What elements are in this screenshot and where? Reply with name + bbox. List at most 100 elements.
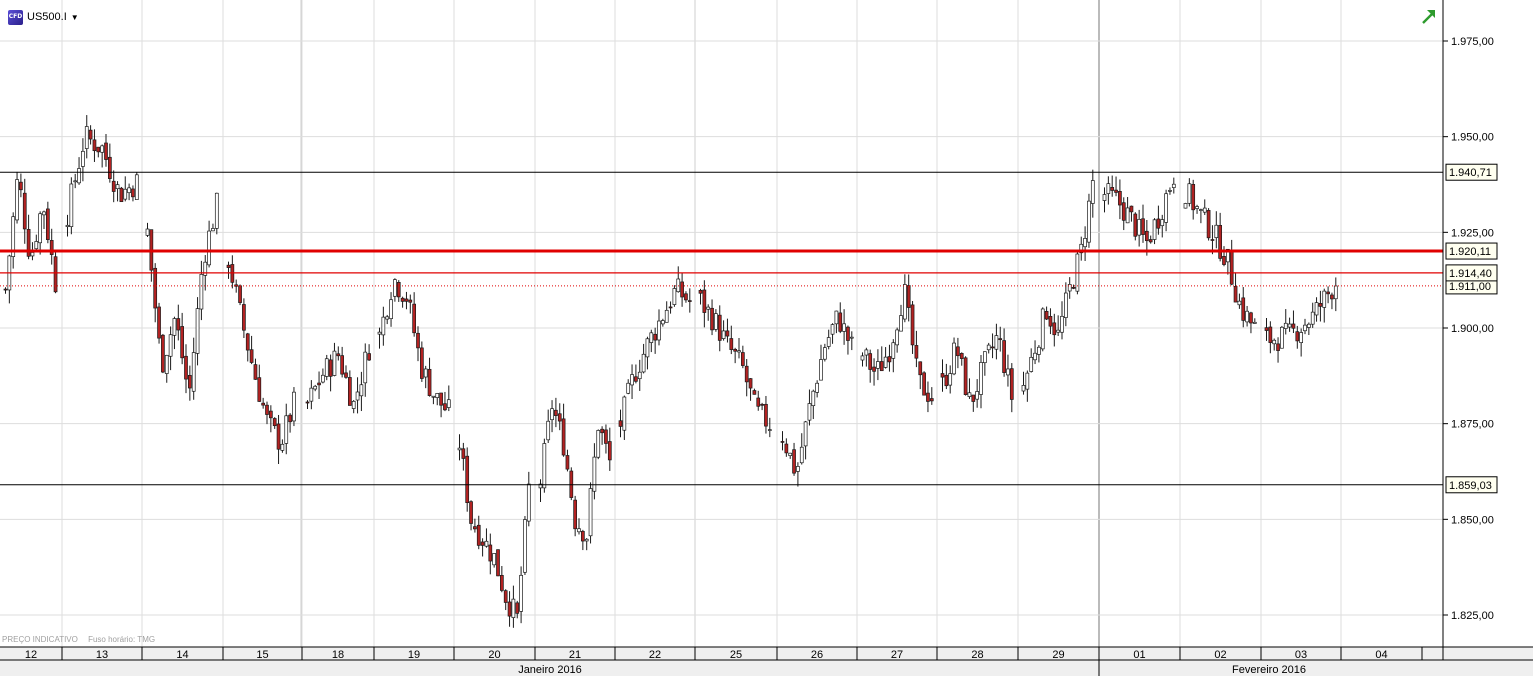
- candle-up: [211, 228, 215, 232]
- candle-down: [1191, 184, 1196, 211]
- candle-up: [849, 336, 854, 339]
- candle-up: [706, 306, 711, 310]
- candle-down: [257, 377, 262, 402]
- candle-down: [476, 524, 481, 546]
- candle-down: [971, 394, 976, 402]
- candle-up: [1310, 311, 1315, 325]
- candle-up: [788, 452, 793, 456]
- candle-up: [822, 347, 827, 360]
- trend-arrow-icon[interactable]: [1421, 9, 1437, 25]
- candle-down: [940, 373, 945, 378]
- price-tag-label: 1.940,71: [1449, 167, 1492, 179]
- candle-down: [317, 382, 321, 386]
- candle-down: [634, 376, 638, 382]
- chevron-down-icon[interactable]: ▼: [71, 13, 79, 22]
- x-tick-label: 19: [408, 649, 420, 661]
- candle-down: [1118, 191, 1122, 206]
- candle-up: [393, 279, 397, 297]
- candle-down: [998, 338, 1003, 341]
- candle-up: [100, 145, 105, 153]
- candle-up: [168, 334, 173, 357]
- candle-down: [53, 256, 58, 293]
- candle-down: [554, 409, 558, 416]
- candle-up: [214, 192, 219, 229]
- price-chart[interactable]: 1.825,00 1.850,00 1.875,00 1.900,00 1.925,00…: [0, 0, 1533, 676]
- candle-up: [359, 384, 364, 397]
- candle-up: [511, 598, 516, 618]
- candle-down: [600, 428, 604, 434]
- candle-down: [45, 208, 50, 240]
- candle-up: [592, 456, 597, 492]
- candle-down: [780, 441, 785, 443]
- x-tick-label: 14: [176, 649, 188, 661]
- candle-up: [42, 211, 46, 216]
- candle-up: [864, 349, 869, 356]
- candle-down: [427, 368, 432, 396]
- candle-up: [69, 183, 74, 228]
- candle-up: [1083, 238, 1087, 248]
- candle-up: [799, 446, 804, 464]
- candle-down: [104, 142, 108, 160]
- candle-up: [1060, 315, 1064, 333]
- candle-down: [990, 346, 995, 349]
- candle-down: [488, 544, 493, 562]
- candle-down: [1156, 218, 1161, 229]
- candle-up: [1090, 180, 1095, 204]
- candle-down: [412, 303, 416, 334]
- candle-up: [1040, 308, 1045, 350]
- candle-up: [1037, 346, 1041, 355]
- symbol-label: US500.I: [27, 11, 67, 23]
- candle-down: [276, 423, 281, 450]
- candle-down: [1002, 340, 1006, 373]
- candle-down: [480, 541, 485, 546]
- candle-down: [760, 403, 764, 406]
- candle-up: [1067, 284, 1072, 292]
- candle-down: [288, 414, 292, 423]
- candle-down: [959, 353, 964, 359]
- candle-down: [242, 304, 246, 331]
- candle-down: [879, 361, 884, 372]
- y-tick-label: 1.825,00: [1451, 610, 1494, 622]
- candle-down: [396, 282, 401, 298]
- candle-down: [328, 359, 333, 377]
- candle-up: [1125, 207, 1130, 224]
- candle-up: [891, 342, 896, 359]
- candle-up: [134, 174, 139, 200]
- candle-down: [604, 429, 608, 444]
- candle-down: [618, 420, 623, 427]
- x-tick-label: 12: [25, 649, 37, 661]
- candle-up: [1006, 368, 1010, 376]
- candle-up: [145, 228, 150, 236]
- candle-down: [404, 298, 409, 302]
- candle-up: [1199, 209, 1203, 211]
- candle-up: [826, 337, 831, 347]
- candle-down: [846, 326, 850, 341]
- candle-up: [1306, 323, 1311, 328]
- candle-up: [899, 315, 903, 332]
- candle-up: [1025, 372, 1030, 390]
- candle-down: [1218, 225, 1223, 259]
- candle-up: [660, 320, 665, 325]
- candle-up: [377, 331, 382, 335]
- candle-up: [834, 310, 839, 325]
- candle-down: [792, 449, 796, 474]
- candle-down: [1233, 286, 1238, 303]
- candle-down: [340, 355, 344, 375]
- candle-up: [577, 528, 581, 533]
- symbol-selector[interactable]: CFD US500.I ▼: [8, 8, 79, 26]
- candle-up: [1029, 356, 1034, 372]
- candle-down: [698, 289, 703, 294]
- candle-down: [131, 188, 135, 198]
- candle-up: [1033, 352, 1037, 361]
- candle-down: [1291, 323, 1296, 329]
- x-tick-label: 15: [256, 649, 268, 661]
- candle-up: [630, 374, 634, 386]
- candle-down: [344, 372, 348, 378]
- candle-up: [664, 309, 669, 323]
- candle-down: [265, 404, 269, 415]
- candle-down: [729, 338, 734, 350]
- candle-up: [975, 391, 980, 400]
- candle-up: [737, 350, 741, 353]
- candle-up: [123, 188, 128, 200]
- x-tick-label: 22: [649, 649, 661, 661]
